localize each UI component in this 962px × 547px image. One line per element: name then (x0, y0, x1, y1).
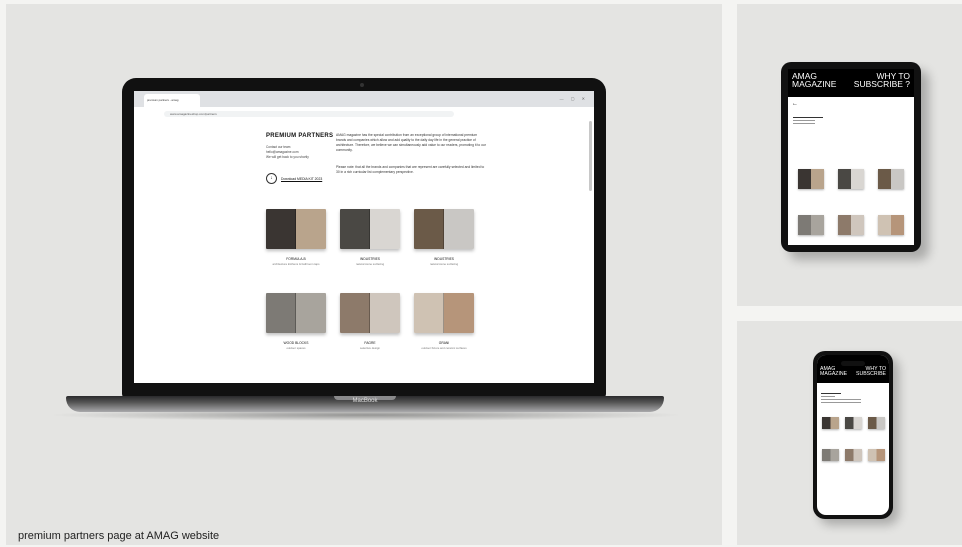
caption: premium partners page at AMAG website (18, 530, 220, 542)
magazine-cover (266, 293, 326, 333)
magazine-cover (414, 209, 474, 249)
magazine-card[interactable]: FORMULA-B architecture kitchens & bathroo… (266, 209, 326, 266)
magazine-card[interactable]: INDUSTRIES natural stone surfacing (340, 209, 400, 266)
laptop-screen: premium partners - amag — ▢ ✕ www.amagaz… (134, 91, 594, 383)
magazine-name: FAGRE (364, 341, 376, 345)
phone-device: AMAG MAGAZINE WHY TO SUBSCRIBE (813, 351, 893, 519)
magazine-thumbnail[interactable] (838, 215, 864, 235)
magazine-card[interactable]: WOOD BLOCKS outdoor spaces (266, 293, 326, 350)
magazine-thumbnail[interactable] (878, 215, 904, 235)
phone-header: AMAG MAGAZINE WHY TO SUBSCRIBE (817, 355, 889, 383)
magazine-card[interactable]: GRANI outdoor fixture and ceramic surface… (414, 293, 474, 350)
logo-line: MAGAZINE (792, 79, 837, 89)
laptop-brand: MacBook (352, 398, 378, 404)
download-media-kit-link[interactable]: ↓ Download MEDIA KIT 2023 (266, 173, 322, 184)
magazine-thumbnail[interactable] (822, 417, 839, 429)
magazine-cover (266, 209, 326, 249)
subscribe-line: SUBSCRIBE (856, 371, 886, 377)
laptop-mockup-panel: premium partners - amag — ▢ ✕ www.amagaz… (6, 4, 722, 545)
tablet-subscribe-link[interactable]: WHY TO SUBSCRIBE ? (853, 72, 910, 89)
magazine-subtitle: selective design (360, 346, 380, 350)
magazine-thumbnail[interactable] (838, 169, 864, 189)
magazine-thumbnail[interactable] (868, 417, 885, 429)
logo-line: MAGAZINE (820, 371, 848, 377)
magazine-cover (340, 209, 400, 249)
phone-subscribe-link[interactable]: WHY TO SUBSCRIBE (856, 366, 886, 377)
browser-tab[interactable]: premium partners - amag (144, 94, 200, 107)
tablet-screen: AMAG MAGAZINE WHY TO SUBSCRIBE ? ← (788, 69, 914, 245)
browser-chrome: premium partners - amag — ▢ ✕ (134, 91, 594, 107)
note-text: Please note: that all the brands and com… (336, 165, 485, 174)
magazine-subtitle: natural stone surfacing (429, 262, 459, 266)
magazine-name: INDUSTRIES (360, 257, 380, 261)
tablet-header: AMAG MAGAZINE WHY TO SUBSCRIBE ? (788, 69, 914, 97)
magazine-thumbnail[interactable] (845, 449, 862, 461)
laptop-base: MacBook (66, 396, 664, 412)
magazine-cover (414, 293, 474, 333)
phone-logo[interactable]: AMAG MAGAZINE (820, 366, 848, 377)
laptop-lid: premium partners - amag — ▢ ✕ www.amagaz… (122, 78, 606, 398)
download-label: Download MEDIA KIT 2023 (281, 176, 323, 181)
magazine-name: WOOD BLOCKS (283, 341, 309, 345)
webcam (360, 83, 364, 87)
url-bar[interactable]: www.amagazineshop.com/partners (164, 111, 454, 117)
download-icon: ↓ (266, 173, 277, 184)
page-title: PREMIUM PARTNERS (266, 133, 334, 139)
subscribe-line: SUBSCRIBE ? (853, 79, 910, 89)
magazine-name: FORMULA-B (286, 257, 306, 261)
magazine-thumbnail[interactable] (878, 169, 904, 189)
magazine-thumbnail[interactable] (845, 417, 862, 429)
scrollbar[interactable] (589, 121, 592, 191)
phone-screen: AMAG MAGAZINE WHY TO SUBSCRIBE (817, 355, 889, 515)
tablet-device: AMAG MAGAZINE WHY TO SUBSCRIBE ? ← (781, 62, 921, 252)
magazine-name: GRANI (438, 341, 450, 345)
magazine-cover (340, 293, 400, 333)
dynamic-island (841, 361, 865, 366)
contact-line: We will get back to you shortly (266, 155, 309, 159)
tablet-content-preview (793, 115, 909, 126)
magazine-thumbnail[interactable] (822, 449, 839, 461)
window-controls[interactable]: — ▢ ✕ (560, 96, 588, 101)
tablet-mockup-panel: AMAG MAGAZINE WHY TO SUBSCRIBE ? ← (737, 4, 962, 306)
magazine-thumbnail[interactable] (798, 215, 824, 235)
intro-text: AMAG magazine has the special contributi… (336, 133, 486, 152)
tablet-back-icon[interactable]: ← (792, 101, 798, 107)
magazine-name: INDUSTRIES (434, 257, 454, 261)
phone-mockup-panel: AMAG MAGAZINE WHY TO SUBSCRIBE (737, 321, 962, 545)
magazine-thumbnail[interactable] (798, 169, 824, 189)
phone-content-preview (821, 391, 885, 405)
magazine-subtitle: architecture kitchens & bathroom taps (272, 262, 320, 266)
tablet-logo[interactable]: AMAG MAGAZINE (792, 72, 837, 89)
magazine-card[interactable]: FAGRE selective design (340, 293, 400, 350)
magazine-card[interactable]: INDUSTRIES natural stone surfacing (414, 209, 474, 266)
contact-info: Contact our team hello@amagazine.com We … (266, 145, 309, 160)
magazine-subtitle: natural stone surfacing (355, 262, 385, 266)
magazine-subtitle: outdoor fixture and ceramic surfaces (421, 346, 467, 350)
magazine-subtitle: outdoor spaces (286, 346, 306, 350)
magazine-thumbnail[interactable] (868, 449, 885, 461)
